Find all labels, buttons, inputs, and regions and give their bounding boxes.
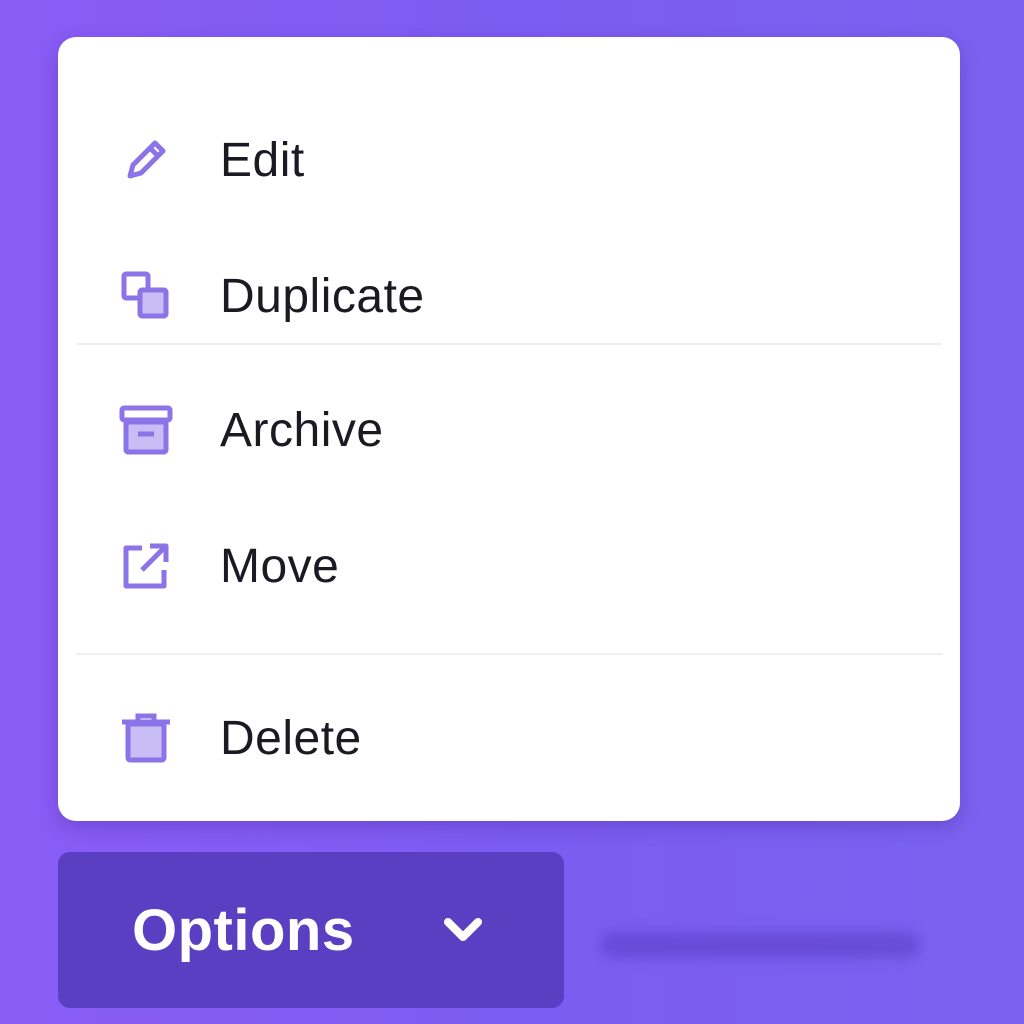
archive-icon	[116, 400, 176, 460]
options-button-label: Options	[132, 897, 355, 963]
menu-item-archive[interactable]: Archive	[58, 375, 960, 485]
button-shadow	[600, 932, 920, 958]
menu-item-label: Archive	[220, 403, 384, 457]
chevron-down-icon	[438, 910, 488, 950]
pencil-icon	[116, 130, 176, 190]
menu-divider	[76, 653, 942, 655]
options-button[interactable]: Options	[58, 852, 564, 1008]
menu-item-label: Edit	[220, 133, 305, 187]
duplicate-icon	[116, 266, 176, 326]
menu-item-label: Move	[220, 539, 340, 593]
menu-item-duplicate[interactable]: Duplicate	[58, 241, 960, 351]
menu-item-move[interactable]: Move	[58, 511, 960, 621]
menu-item-label: Delete	[220, 711, 362, 765]
external-link-icon	[116, 536, 176, 596]
menu-item-delete[interactable]: Delete	[58, 683, 960, 793]
trash-icon	[116, 708, 176, 768]
menu-item-edit[interactable]: Edit	[58, 105, 960, 215]
options-dropdown-menu: Edit Duplicate Archive Move Delete	[58, 37, 960, 821]
menu-divider	[76, 343, 942, 345]
menu-item-label: Duplicate	[220, 269, 425, 323]
